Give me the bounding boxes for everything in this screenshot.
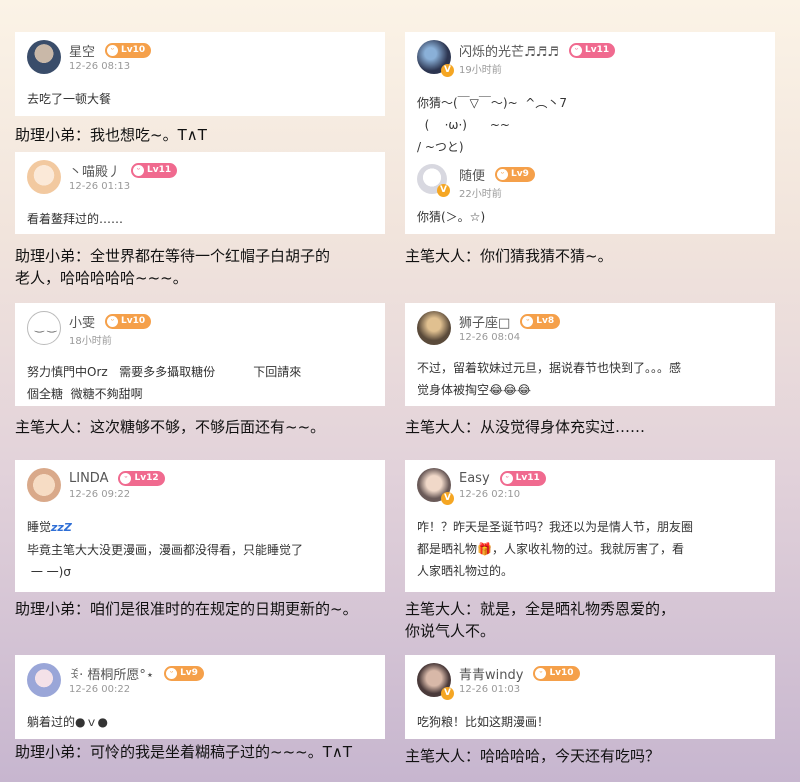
caption: 主笔大人：从没觉得身体充实过…… bbox=[405, 418, 646, 436]
timestamp: 22小时前 bbox=[459, 189, 502, 200]
comment-text: 去吃了一顿大餐 bbox=[27, 92, 112, 106]
comment-text: 咋！？昨天是圣诞节吗？我还以为是情人节，朋友圈 都是晒礼物🎁，人家收礼物的过。我… bbox=[417, 520, 694, 578]
comment-card[interactable]: V 闪烁的光芒♬♬♬ ᵕ Lv11 19小时前 你猜～(￣▽￣～)~ ^︵丶7 (… bbox=[405, 32, 775, 234]
level-badge: ᵕ Lv12 bbox=[118, 470, 165, 486]
v-badge-icon: V bbox=[437, 184, 450, 197]
timestamp: 18小时前 bbox=[69, 336, 112, 347]
timestamp: 12-26 02:10 bbox=[459, 489, 521, 500]
timestamp: 12-26 08:04 bbox=[459, 332, 521, 343]
avatar[interactable] bbox=[27, 160, 61, 194]
avatar[interactable] bbox=[27, 663, 61, 697]
avatar[interactable]: V bbox=[417, 164, 450, 197]
comment-card[interactable]: LINDA ᵕ Lv12 12-26 09:22 睡觉zzZ 毕竟主笔大大没更漫画… bbox=[15, 460, 385, 592]
peach-face-icon: ᵕ bbox=[522, 315, 534, 327]
comment-text: 努力慎門中Orz 需要多多攝取糖份 下回請來 個全糖 微糖不夠甜啊 bbox=[27, 365, 302, 401]
reply-header: V 随便 ᵕ Lv9 22小时前 bbox=[417, 164, 763, 200]
level-badge: ᵕ Lv11 bbox=[499, 470, 546, 486]
avatar[interactable]: V bbox=[417, 40, 454, 77]
peach-face-icon: ᵕ bbox=[535, 667, 547, 679]
v-badge-icon: V bbox=[441, 687, 454, 700]
comment-text: 睡觉zzZ 毕竟主笔大大没更漫画，漫画都没得看，只能睡觉了 一 一)σ bbox=[27, 520, 304, 579]
peach-face-icon: ᵕ bbox=[107, 315, 119, 327]
comment-card[interactable]: ꉂ· 梧桐所愿°⋆ ᵕ Lv9 12-26 00:22 躺着过的●ｖ● bbox=[15, 655, 385, 739]
peach-face-icon: ᵕ bbox=[166, 667, 178, 679]
avatar[interactable] bbox=[27, 468, 61, 502]
comment-text: 吃狗粮！比如这期漫画！ bbox=[417, 715, 550, 729]
peach-face-icon: ᵕ bbox=[501, 472, 513, 484]
timestamp: 12-26 08:13 bbox=[69, 61, 131, 72]
caption: 助理小弟：咱们是很准时的在规定的日期更新的~。 bbox=[15, 600, 358, 618]
caption: 主笔大人：哈哈哈哈，今天还有吃吗？ bbox=[405, 747, 661, 765]
caption: 主笔大人：就是，全是晒礼物秀恩爱的， 你说气人不。 bbox=[405, 600, 676, 640]
reply-text: 你猜(＞。☆) bbox=[417, 210, 486, 224]
comment-text: 躺着过的●ｖ● bbox=[27, 715, 108, 729]
peach-face-icon: ᵕ bbox=[120, 472, 132, 484]
caption: 主笔大人：这次糖够不够，不够后面还有~~。 bbox=[15, 418, 326, 436]
level-badge: ᵕ Lv10 bbox=[533, 665, 580, 681]
avatar[interactable] bbox=[417, 311, 451, 345]
sleep-zzz-icon: zzZ bbox=[51, 521, 72, 534]
username[interactable]: Easy bbox=[459, 471, 490, 486]
avatar[interactable]: ‿ ‿ bbox=[27, 311, 61, 345]
peach-face-icon: ᵕ bbox=[133, 164, 145, 176]
comment-text: 你猜～(￣▽￣～)~ ^︵丶7 ( ·ω·) ~~ / ~つと) bbox=[417, 96, 567, 154]
username[interactable]: 闪烁的光芒♬♬♬ bbox=[459, 41, 559, 60]
level-badge: ᵕ Lv10 bbox=[105, 313, 152, 329]
level-badge: ᵕ Lv8 bbox=[520, 313, 561, 329]
comment-text: 看着鳌拜过的…… bbox=[27, 212, 124, 226]
username[interactable]: 小雯 bbox=[69, 312, 95, 331]
comment-card[interactable]: V 青青windy ᵕ Lv10 12-26 01:03 吃狗粮！比如这期漫画！ bbox=[405, 655, 775, 739]
v-badge-icon: V bbox=[441, 492, 454, 505]
comment-card[interactable]: 丶喵殿丿 ᵕ Lv11 12-26 01:13 看着鳌拜过的…… bbox=[15, 152, 385, 234]
username[interactable]: 狮子座□ bbox=[459, 312, 510, 331]
level-badge: ᵕ Lv11 bbox=[568, 42, 616, 58]
comment-card[interactable]: 星空 ᵕ Lv10 12-26 08:13 去吃了一顿大餐 bbox=[15, 32, 385, 116]
avatar[interactable]: V bbox=[417, 663, 454, 700]
level-badge: ᵕ Lv11 bbox=[131, 162, 178, 178]
username[interactable]: 青青windy bbox=[459, 664, 523, 683]
caption: 主笔大人：你们猜我猜不猜~。 bbox=[405, 247, 613, 265]
peach-face-icon: ᵕ bbox=[107, 44, 119, 56]
level-badge: ᵕ Lv9 bbox=[164, 665, 204, 681]
level-badge: ᵕ Lv10 bbox=[105, 42, 152, 58]
timestamp: 12-26 01:13 bbox=[69, 181, 131, 192]
peach-face-icon: ᵕ bbox=[570, 44, 582, 56]
comment-card[interactable]: ‿ ‿ 小雯 ᵕ Lv10 18小时前 努力慎門中Orz 需要多多攝取糖份 下回請… bbox=[15, 303, 385, 406]
timestamp: 12-26 00:22 bbox=[69, 684, 131, 695]
comment-card[interactable]: 狮子座□ ᵕ Lv8 12-26 08:04 不过，留着软妹过元旦，据说春节也快到… bbox=[405, 303, 775, 406]
comment-text: 不过，留着软妹过元旦，据说春节也快到了。。。感 觉身体被掏空😂😂😂 bbox=[417, 361, 682, 397]
comment-card[interactable]: V Easy ᵕ Lv11 12-26 02:10 咋！？昨天是圣诞节吗？我还以为… bbox=[405, 460, 775, 592]
avatar[interactable] bbox=[27, 40, 61, 74]
caption: 助理小弟：全世界都在等待一个红帽子白胡子的 老人，哈哈哈哈哈~~~。 bbox=[15, 247, 331, 287]
caption: 助理小弟：可怜的我是坐着糊稿子过的~~~。T∧T bbox=[15, 743, 353, 761]
v-badge-icon: V bbox=[441, 64, 454, 77]
username[interactable]: 星空 bbox=[69, 41, 95, 60]
username[interactable]: 丶喵殿丿 bbox=[69, 161, 121, 180]
peach-face-icon: ᵕ bbox=[497, 168, 509, 180]
timestamp: 12-26 01:03 bbox=[459, 684, 521, 695]
avatar[interactable]: V bbox=[417, 468, 454, 505]
caption: 助理小弟：我也想吃~。T∧T bbox=[15, 126, 207, 144]
level-badge: ᵕ Lv9 bbox=[495, 166, 535, 182]
smiley-face-icon: ‿ ‿ bbox=[35, 320, 57, 333]
username[interactable]: 随便 bbox=[459, 165, 485, 184]
timestamp: 19小时前 bbox=[459, 65, 502, 76]
timestamp: 12-26 09:22 bbox=[69, 489, 131, 500]
username[interactable]: LINDA bbox=[69, 471, 108, 486]
username[interactable]: ꉂ· 梧桐所愿°⋆ bbox=[69, 664, 154, 683]
